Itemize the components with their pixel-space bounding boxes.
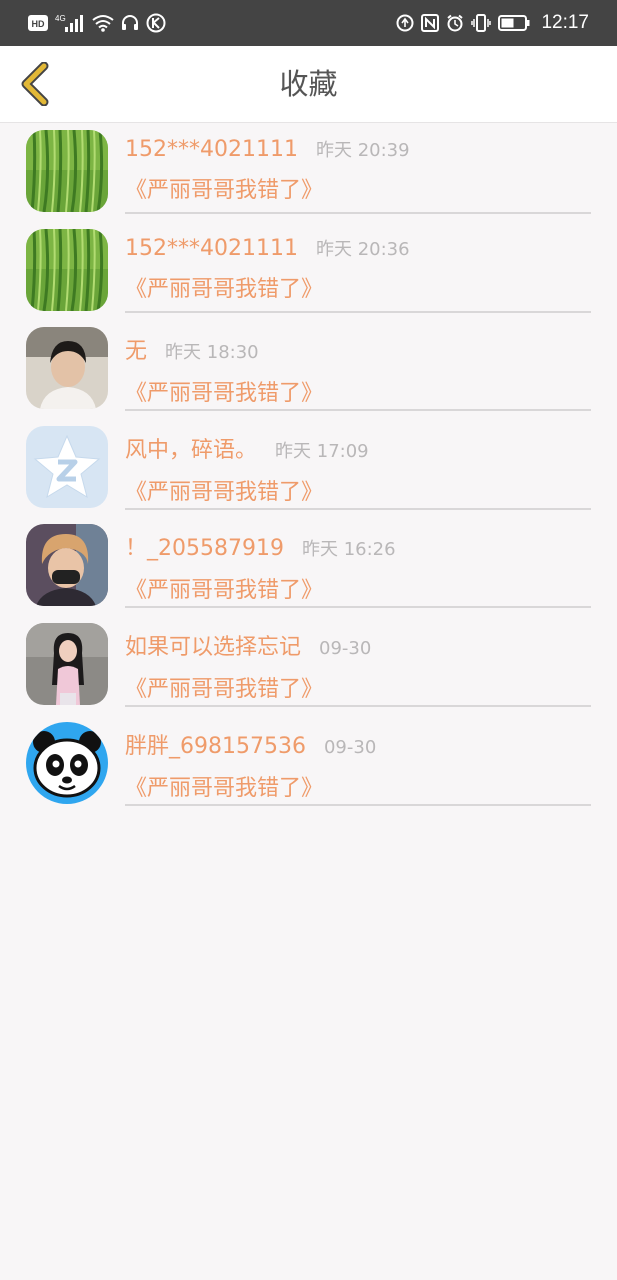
list-item[interactable]: 胖胖_698157536 09-30 《严丽哥哥我错了》 (0, 714, 617, 813)
favorite-title[interactable]: 《严丽哥哥我错了》 (125, 271, 591, 303)
net-label: 4G (55, 14, 66, 23)
signal-4g-icon: 4G (55, 13, 85, 33)
item-text: 152***4021111 昨天 20:36 《严丽哥哥我错了》 (125, 235, 591, 313)
panda-avatar[interactable] (26, 721, 108, 804)
favorite-title[interactable]: 《严丽哥哥我错了》 (125, 474, 591, 506)
battery-icon (498, 14, 530, 32)
clock: 12:17 (541, 12, 589, 33)
k-app-icon (146, 13, 166, 33)
willow-avatar[interactable] (26, 228, 108, 311)
favorites-list: 152***4021111 昨天 20:39 《严丽哥哥我错了》 152***4… (0, 122, 617, 812)
timestamp: 昨天 20:36 (315, 238, 410, 260)
photo-avatar[interactable] (26, 524, 108, 607)
status-bar: HD 4G 12:17 (0, 0, 617, 46)
favorite-title[interactable]: 《严丽哥哥我错了》 (125, 671, 591, 703)
item-text: ！_205587919 昨天 16:26 《严丽哥哥我错了》 (125, 530, 591, 609)
list-item[interactable]: 152***4021111 昨天 20:36 《严丽哥哥我错了》 (0, 221, 617, 320)
timestamp: 昨天 17:09 (275, 440, 369, 462)
title-bar: 收藏 (0, 46, 617, 123)
vibrate-icon (471, 14, 492, 32)
user-name[interactable]: 152***4021111 (125, 137, 298, 162)
user-name[interactable]: 风中，碎语。 (125, 432, 257, 464)
alarm-icon (446, 14, 464, 32)
headset-icon (121, 14, 139, 32)
timestamp: 昨天 20:39 (315, 140, 410, 161)
photo-avatar[interactable] (26, 327, 108, 410)
timestamp: 09-30 (323, 736, 377, 758)
favorite-title[interactable]: 《严丽哥哥我错了》 (125, 375, 591, 407)
status-left: HD 4G (28, 13, 166, 33)
hd-label: HD (32, 19, 45, 29)
page-title: 收藏 (279, 67, 338, 101)
timestamp: 昨天 18:30 (165, 342, 259, 364)
list-item[interactable]: 152***4021111 昨天 20:39 《严丽哥哥我错了》 (0, 122, 617, 221)
user-name[interactable]: ！_205587919 (125, 530, 284, 562)
list-item[interactable]: ！_205587919 昨天 16:26 《严丽哥哥我错了》 (0, 516, 617, 615)
item-text: 风中，碎语。 昨天 17:09 《严丽哥哥我错了》 (125, 432, 591, 510)
nfc-icon (421, 14, 440, 32)
user-name[interactable]: 如果可以选择忘记 (125, 629, 301, 661)
user-name[interactable]: 152***4021111 (125, 236, 298, 261)
item-text: 如果可以选择忘记 09-30 《严丽哥哥我错了》 (125, 629, 591, 707)
status-right: 12:17 (396, 12, 589, 34)
favorite-title[interactable]: 《严丽哥哥我错了》 (125, 572, 591, 604)
photo-avatar[interactable] (26, 622, 108, 705)
wifi-icon (92, 14, 114, 32)
willow-avatar[interactable] (26, 130, 108, 212)
timestamp: 昨天 16:26 (301, 539, 396, 561)
item-text: 无 昨天 18:30 《严丽哥哥我错了》 (125, 333, 591, 412)
favorite-title[interactable]: 《严丽哥哥我错了》 (125, 172, 591, 204)
list-item[interactable]: 无 昨天 18:30 《严丽哥哥我错了》 (0, 319, 617, 418)
item-text: 胖胖_698157536 09-30 《严丽哥哥我错了》 (125, 728, 591, 806)
list-item[interactable]: 如果可以选择忘记 09-30 《严丽哥哥我错了》 (0, 615, 617, 714)
favorite-title[interactable]: 《严丽哥哥我错了》 (125, 770, 591, 802)
timestamp: 09-30 (319, 637, 372, 659)
user-name[interactable]: 无 (125, 333, 147, 365)
star-avatar[interactable] (26, 425, 108, 508)
data-saver-icon (396, 14, 414, 32)
hd-icon: HD (28, 15, 48, 31)
list-item[interactable]: 风中，碎语。 昨天 17:09 《严丽哥哥我错了》 (0, 418, 617, 517)
user-name[interactable]: 胖胖_698157536 (125, 728, 306, 760)
item-text: 152***4021111 昨天 20:39 《严丽哥哥我错了》 (125, 136, 591, 214)
